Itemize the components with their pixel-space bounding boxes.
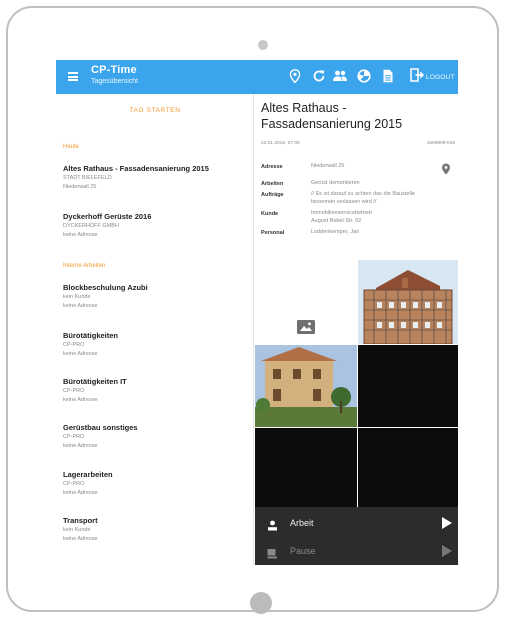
work-label: Arbeiten [261, 181, 284, 187]
start-day-button[interactable]: TAG STARTEN [56, 107, 254, 114]
people-icon[interactable] [332, 69, 348, 85]
list-item-customer: CP-PRO [63, 342, 85, 348]
map-pin-icon[interactable] [441, 162, 451, 175]
photo-town-hall[interactable] [358, 260, 458, 344]
section-label-internal: Interne Arbeiten [63, 263, 106, 269]
list-item[interactable]: Blockbeschulung Azubi kein Kunde keine A… [63, 283, 253, 311]
photo-slot-empty[interactable] [358, 345, 458, 427]
list-item[interactable]: Altes Rathaus - Fassadensanierung 2015 S… [63, 164, 253, 192]
chart-icon[interactable] [356, 69, 372, 85]
orders-value: // Es ist darauf zu achten das die Baust… [311, 191, 415, 205]
customer-name: Immobilienservicebetrieb [311, 210, 372, 216]
time-actions-bar: Arbeit Pause [255, 507, 458, 565]
add-photo-icon [297, 320, 315, 334]
list-item[interactable]: Bürotätigkeiten CP-PRO keine Adresse [63, 331, 253, 359]
app-screen: CP-Time Tagesübersicht LOGOUT TAG STARTE… [56, 60, 458, 565]
detail-code: 1509909-049 [426, 141, 455, 146]
list-item[interactable]: Gerüstbau sonstiges CP-PRO keine Adresse [63, 423, 253, 451]
app-subtitle: Tagesübersicht [91, 78, 139, 85]
list-item-address: keine Adresse [63, 443, 98, 449]
list-item-address: Niederwall 25 [63, 184, 97, 190]
list-item-title: Bürotätigkeiten IT [63, 377, 127, 386]
customer-street: August Bebel Str. 92 [311, 217, 362, 224]
list-item[interactable]: Lagerarbeiten CP-PRO keine Adresse [63, 470, 253, 498]
logout-label: LOGOUT [426, 73, 455, 81]
list-item-address: keine Adresse [63, 232, 98, 238]
list-item-title: Gerüstbau sonstiges [63, 423, 138, 432]
address-label: Adresse [261, 164, 283, 170]
app-title: CP-Time [91, 64, 137, 76]
list-item[interactable]: Bürotätigkeiten IT CP-PRO keine Adresse [63, 377, 253, 405]
worker-icon [267, 518, 278, 530]
start-work-button[interactable]: Arbeit [255, 509, 458, 537]
staff-value: Loddenkemper, Jan [311, 229, 360, 235]
project-list: TAG STARTEN Heute Altes Rathaus - Fassad… [56, 94, 254, 565]
list-item-address: keine Adresse [63, 536, 98, 542]
customer-label: Kunde [261, 211, 279, 217]
coffee-icon [267, 546, 278, 558]
list-item-customer: DYCKERHOFF GMBH [63, 223, 119, 229]
start-pause-label: Pause [290, 546, 316, 556]
list-item-address: keine Adresse [63, 490, 98, 496]
staff-label: Personal [261, 230, 285, 236]
list-item-customer: kein Kunde [63, 294, 91, 300]
document-icon[interactable] [380, 69, 396, 85]
list-item-customer: CP-PRO [63, 481, 85, 487]
work-value: Gerüst demontieren [311, 180, 360, 186]
customer-value: Immobilienservicebetrieb August Bebel St… [311, 210, 421, 225]
front-camera [258, 40, 268, 50]
home-button[interactable] [250, 592, 272, 614]
list-item-title: Dyckerhoff Gerüste 2016 [63, 212, 152, 221]
start-work-label: Arbeit [290, 518, 314, 528]
project-detail: Altes Rathaus - Fassadensanierung 2015 2… [255, 94, 458, 565]
list-item-customer: CP-PRO [63, 388, 85, 394]
logout-icon [410, 67, 425, 87]
address-value: Niederwall 25 [311, 163, 345, 169]
list-item-address: keine Adresse [63, 303, 98, 309]
list-item-customer: kein Kunde [63, 527, 91, 533]
start-pause-button[interactable]: Pause [255, 537, 458, 565]
refresh-icon[interactable] [311, 69, 327, 85]
orders-label: Aufträge [261, 192, 284, 198]
list-item-title: Blockbeschulung Azubi [63, 283, 148, 292]
list-item-address: keine Adresse [63, 351, 98, 357]
detail-title: Altes Rathaus - Fassadensanierung 2015 [261, 101, 403, 131]
list-item[interactable]: Dyckerhoff Gerüste 2016 DYCKERHOFF GMBH … [63, 212, 253, 240]
list-item-title: Lagerarbeiten [63, 470, 113, 479]
play-icon [442, 517, 452, 529]
menu-icon[interactable] [68, 72, 78, 81]
list-item-customer: STADT BIELEFELD [63, 175, 112, 181]
photo-slot-empty[interactable] [358, 428, 458, 510]
list-item-customer: CP-PRO [63, 434, 85, 440]
photo-villa[interactable] [255, 345, 357, 427]
play-icon [442, 545, 452, 557]
add-photo-cell[interactable] [255, 260, 357, 344]
list-item-title: Altes Rathaus - Fassadensanierung 2015 [63, 164, 209, 173]
list-item-address: keine Adresse [63, 397, 98, 403]
list-item[interactable]: Transport kein Kunde keine Adresse [63, 516, 253, 544]
list-item-title: Transport [63, 516, 98, 525]
section-label-today: Heute [63, 144, 80, 150]
photo-slot-empty[interactable] [255, 428, 357, 510]
logout-button[interactable]: LOGOUT [410, 67, 455, 87]
location-icon[interactable] [287, 69, 303, 85]
app-bar: CP-Time Tagesübersicht LOGOUT [56, 60, 458, 94]
list-item-title: Bürotätigkeiten [63, 331, 119, 340]
detail-date: 22.01.2016, 07:00 [261, 141, 300, 146]
photo-grid [255, 260, 458, 510]
